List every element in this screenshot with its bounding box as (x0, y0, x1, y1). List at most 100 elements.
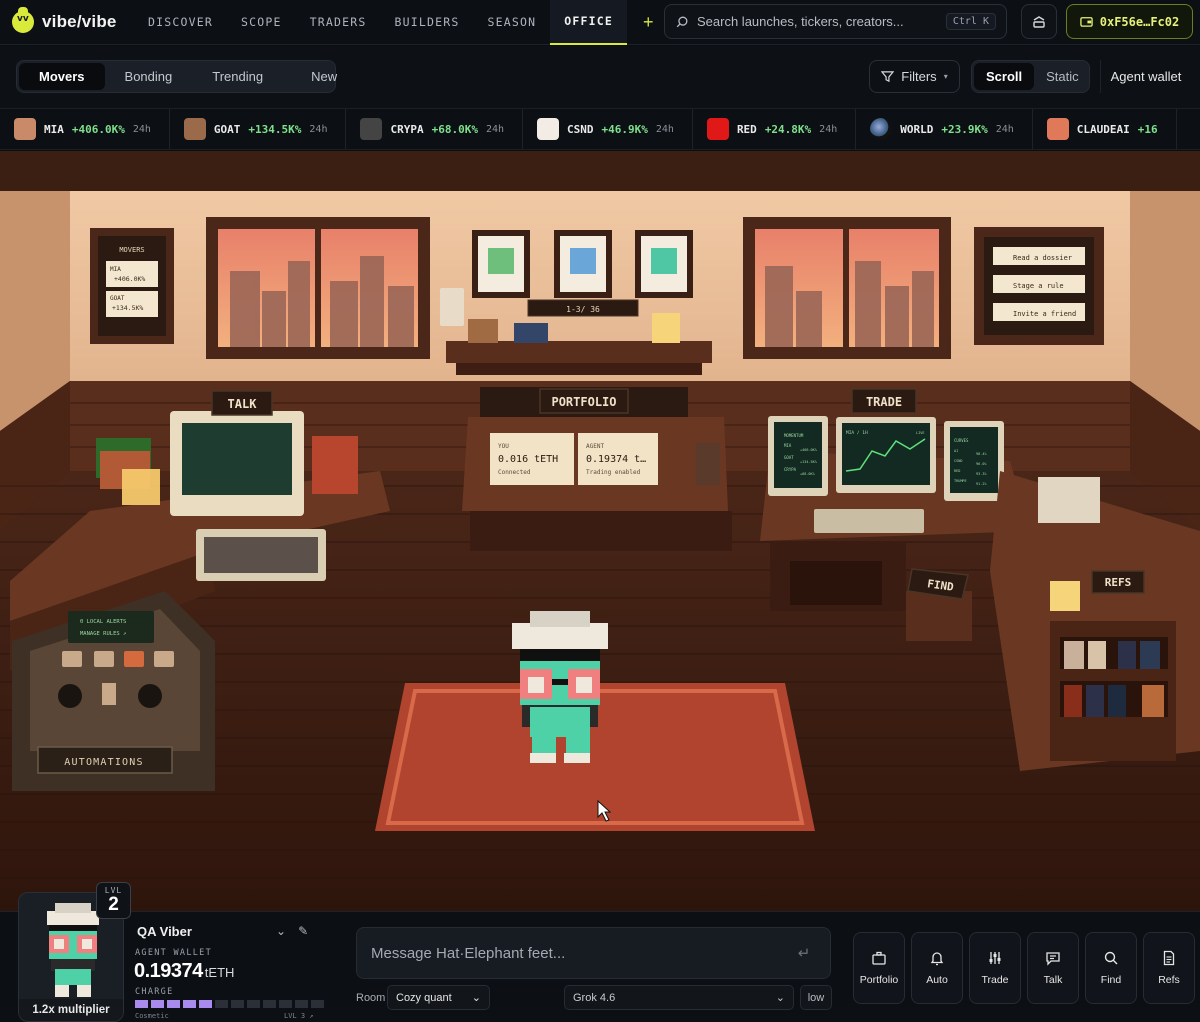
wallet-button[interactable]: 0xF56e…Fc02 (1066, 4, 1193, 39)
room-value: Cozy quant (396, 991, 452, 1004)
nav-link-scope[interactable]: SCOPE (227, 0, 296, 45)
network-switch-icon (1033, 15, 1045, 28)
logo-icon (12, 7, 34, 33)
message-input[interactable]: Message Hat·Elephant feet... ↵ (356, 927, 831, 979)
dossier-menu-item: Read a dossier (1013, 254, 1072, 262)
ticker-period: 24h (485, 123, 505, 135)
feed-tabs: Movers Bonding Trending New (16, 60, 337, 93)
movers-item-symbol: GOAT (110, 295, 125, 302)
bell-icon (930, 952, 944, 966)
chat-icon (1046, 952, 1060, 966)
tab-new[interactable]: New (283, 63, 357, 90)
level-badge: LVL 2 (96, 882, 131, 919)
tab-bonding[interactable]: Bonding (105, 63, 193, 90)
automation-alerts: 0 LOCAL ALERTS (80, 619, 126, 625)
room-select[interactable]: Cozy quant ⌄ (387, 985, 490, 1010)
brand-logo[interactable]: vibe/vibe (0, 7, 134, 33)
filters-label: Filters (901, 69, 937, 84)
office-illustration: MOVERS MIA +406.0K% GOAT +134.5K% Read a… (0, 151, 1200, 911)
tab-movers[interactable]: Movers (19, 63, 105, 90)
trade-left-value: +406.0K% (800, 448, 818, 452)
station-actions: Portfolio Auto Trade Talk Find Refs (853, 932, 1195, 1004)
trade-right-value: 96.0% (976, 462, 987, 466)
nav-link-office[interactable]: OFFICE (550, 0, 627, 45)
station-label-refs: REFS (1105, 576, 1132, 589)
send-enter-icon[interactable]: ↵ (792, 941, 816, 965)
sub-toolbar: Movers Bonding Trending New Filters ▾ Sc… (0, 46, 1200, 108)
search-bar[interactable]: Search launches, tickers, creators... Ct… (664, 4, 1007, 39)
filters-button[interactable]: Filters ▾ (869, 60, 960, 93)
auto-button[interactable]: Auto (911, 932, 963, 1004)
station-label-automations: AUTOMATIONS (64, 757, 143, 768)
portfolio-agent-label: AGENT (586, 443, 604, 450)
trade-center-title: MIA / 1H (846, 430, 868, 436)
agent-wallet-amount: 0.19374 (134, 960, 203, 982)
ticker-item[interactable]: GOAT +134.5K% 24h (170, 109, 347, 149)
model-value: Grok 4.6 (573, 991, 616, 1004)
nav-link-builders[interactable]: BUILDERS (381, 0, 474, 45)
refs-button[interactable]: Refs (1143, 932, 1195, 1004)
trade-label: Trade (981, 974, 1009, 986)
portfolio-you-label: YOU (498, 443, 509, 450)
trade-right-row: CSND (954, 459, 962, 463)
talk-button[interactable]: Talk (1027, 932, 1079, 1004)
edit-pencil-icon[interactable]: ✎ (298, 924, 308, 938)
dossier-menu-item: Invite a friend (1013, 310, 1076, 318)
toggle-static[interactable]: Static (1034, 63, 1091, 90)
ticker-strip: MIA +406.0K% 24h GOAT +134.5K% 24h CRYPA… (0, 108, 1200, 150)
trade-left-title: MOMENTUM (784, 433, 804, 438)
player-name: QA Viber (137, 924, 192, 939)
ticker-item[interactable]: MIA +406.0K% 24h (0, 109, 170, 149)
effort-select[interactable]: low (800, 985, 832, 1010)
ticker-symbol: CLAUDEAI (1076, 122, 1130, 136)
tab-trending[interactable]: Trending (192, 63, 283, 90)
refs-label: Refs (1158, 974, 1180, 986)
dossier-menu-item: Stage a rule (1013, 282, 1064, 290)
ticker-symbol: GOAT (213, 122, 241, 136)
trade-right-value: 98.4% (976, 452, 987, 456)
trade-left-row: CRYPA (784, 467, 797, 472)
portfolio-button[interactable]: Portfolio (853, 932, 905, 1004)
nav-link-discover[interactable]: DISCOVER (134, 0, 227, 45)
chevron-down-icon[interactable]: ⌄ (276, 924, 286, 938)
ticker-symbol: RED (736, 122, 757, 136)
room-label: Room (356, 992, 386, 1004)
ticker-symbol: WORLD (900, 122, 934, 136)
player-tools: ⌄ ✎ (276, 924, 308, 938)
automation-manage-rules: MANAGE RULES ↗ (80, 631, 126, 637)
scroll-toggle: Scroll Static (971, 60, 1090, 93)
agent-wallet-button[interactable]: Agent wallet (1100, 60, 1191, 93)
trade-right-row: TRUMPE (954, 479, 967, 483)
next-level-link[interactable]: LVL 3 ↗ (284, 1012, 314, 1020)
nav-link-season[interactable]: SEASON (474, 0, 551, 45)
ticker-period: 24h (655, 123, 674, 135)
portfolio-you-status: Connected (498, 469, 531, 476)
nav-link-traders[interactable]: TRADERS (296, 0, 381, 45)
find-button[interactable]: Find (1085, 932, 1137, 1004)
ticker-item[interactable]: CRYPA +68.0K% 24h (346, 109, 524, 149)
charge-segment (183, 1000, 196, 1008)
level-value: 2 (108, 894, 119, 915)
trade-button[interactable]: Trade (969, 932, 1021, 1004)
office-scene[interactable]: MOVERS MIA +406.0K% GOAT +134.5K% Read a… (0, 151, 1200, 911)
ticker-item[interactable]: WORLD +23.9K% 24h (856, 109, 1033, 149)
search-icon (676, 16, 688, 27)
charge-segment (279, 1000, 292, 1008)
ticker-item[interactable]: CSND +46.9K% 24h (523, 109, 693, 149)
model-select[interactable]: Grok 4.6 ⌄ (564, 985, 794, 1010)
wallet-icon (1080, 17, 1093, 27)
token-avatar (870, 118, 893, 140)
ticker-item[interactable]: CLAUDEAI +16 (1033, 109, 1177, 149)
ticker-symbol: MIA (44, 122, 64, 136)
toggle-scroll[interactable]: Scroll (974, 63, 1035, 90)
portfolio-label: Portfolio (859, 974, 899, 986)
charge-segment (151, 1000, 164, 1008)
network-button[interactable] (1021, 4, 1057, 39)
charge-segment (135, 1000, 148, 1008)
charge-segment (231, 1000, 244, 1008)
ticker-item[interactable]: RED +24.8K% 24h (693, 109, 857, 149)
brand-name: vibe/vibe (42, 12, 117, 31)
charge-segment (247, 1000, 260, 1008)
search-input[interactable]: Search launches, tickers, creators... (697, 14, 938, 29)
token-avatar (1046, 118, 1069, 140)
